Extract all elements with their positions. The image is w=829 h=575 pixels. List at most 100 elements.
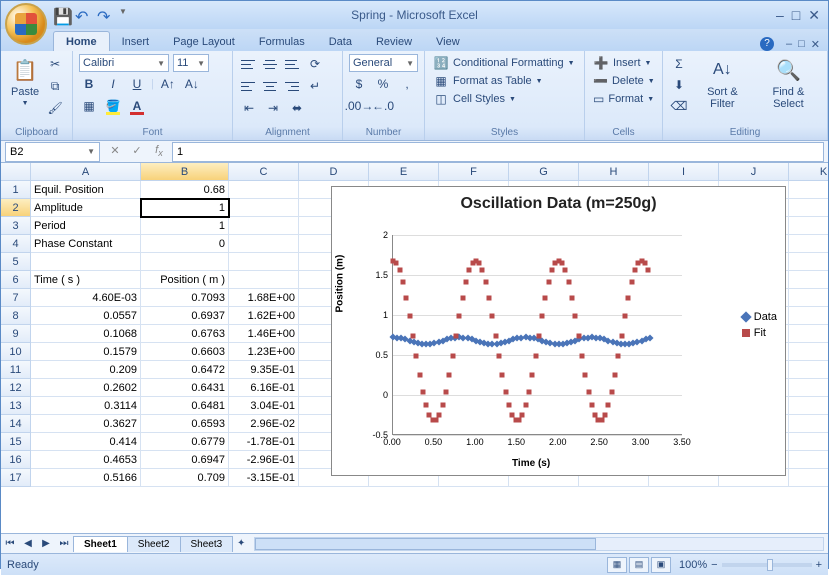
format-cells-button[interactable]: ▭Format ▼: [591, 90, 656, 108]
delete-cells-button[interactable]: ➖Delete ▼: [591, 72, 656, 90]
column-header-K[interactable]: K: [789, 163, 828, 181]
cell-K11[interactable]: [789, 361, 828, 379]
cell-A5[interactable]: [31, 253, 141, 271]
qat-dropdown-icon[interactable]: ▼: [119, 7, 135, 23]
wrap-text-button[interactable]: ↵: [305, 76, 325, 96]
cell-K14[interactable]: [789, 415, 828, 433]
cell-A14[interactable]: 0.3627: [31, 415, 141, 433]
align-center[interactable]: [261, 78, 279, 94]
zoom-slider[interactable]: [722, 563, 812, 567]
column-header-C[interactable]: C: [229, 163, 299, 181]
cell-styles-button[interactable]: ◫Cell Styles ▼: [431, 90, 578, 108]
cell-C15[interactable]: -1.78E-01: [229, 433, 299, 451]
row-header-7[interactable]: 7: [1, 289, 31, 307]
sheet-nav-prev[interactable]: ◀: [19, 538, 37, 549]
column-header-G[interactable]: G: [509, 163, 579, 181]
increase-decimal[interactable]: .00→: [349, 96, 369, 116]
column-header-E[interactable]: E: [369, 163, 439, 181]
maximize-button[interactable]: □: [792, 7, 800, 24]
cell-A12[interactable]: 0.2602: [31, 379, 141, 397]
cell-C17[interactable]: -3.15E-01: [229, 469, 299, 487]
cell-K6[interactable]: [789, 271, 828, 289]
cell-A13[interactable]: 0.3114: [31, 397, 141, 415]
row-header-8[interactable]: 8: [1, 307, 31, 325]
fill-color-button[interactable]: 🪣: [103, 96, 123, 116]
cell-A17[interactable]: 0.5166: [31, 469, 141, 487]
row-header-5[interactable]: 5: [1, 253, 31, 271]
cell-B10[interactable]: 0.6603: [141, 343, 229, 361]
cell-B6[interactable]: Position ( m ): [141, 271, 229, 289]
cell-A4[interactable]: Phase Constant: [31, 235, 141, 253]
cell-C7[interactable]: 1.68E+00: [229, 289, 299, 307]
column-header-H[interactable]: H: [579, 163, 649, 181]
number-format-combo[interactable]: General▼: [349, 54, 418, 72]
cell-C12[interactable]: 6.16E-01: [229, 379, 299, 397]
cell-B1[interactable]: 0.68: [141, 181, 229, 199]
cell-C14[interactable]: 2.96E-02: [229, 415, 299, 433]
cancel-formula-icon[interactable]: ✕: [106, 144, 124, 158]
cell-K5[interactable]: [789, 253, 828, 271]
worksheet-grid[interactable]: ABCDEFGHIJK1Equil. Position0.682Amplitud…: [1, 163, 828, 533]
mdi-close[interactable]: ✕: [811, 38, 820, 51]
cell-A3[interactable]: Period: [31, 217, 141, 235]
cell-K4[interactable]: [789, 235, 828, 253]
name-box[interactable]: B2▼: [5, 142, 100, 162]
format-painter-button[interactable]: 🖌: [45, 98, 65, 118]
cell-C10[interactable]: 1.23E+00: [229, 343, 299, 361]
mdi-restore[interactable]: □: [798, 38, 805, 50]
sort-filter-button[interactable]: A↓Sort & Filter: [693, 54, 752, 116]
align-middle[interactable]: [261, 56, 279, 72]
sheet-nav-last[interactable]: ⏭: [55, 538, 73, 549]
column-header-A[interactable]: A: [31, 163, 141, 181]
row-header-12[interactable]: 12: [1, 379, 31, 397]
cell-C6[interactable]: [229, 271, 299, 289]
copy-button[interactable]: ⧉: [45, 76, 65, 96]
row-header-6[interactable]: 6: [1, 271, 31, 289]
sheet-nav-next[interactable]: ▶: [37, 538, 55, 549]
merge-center-button[interactable]: ⬌: [287, 98, 307, 118]
font-color-button[interactable]: A: [127, 96, 147, 116]
format-as-table-button[interactable]: ▦Format as Table ▼: [431, 72, 578, 90]
autosum-button[interactable]: Σ: [669, 54, 689, 74]
cell-A15[interactable]: 0.414: [31, 433, 141, 451]
view-page-break[interactable]: ▣: [651, 557, 671, 573]
cell-B15[interactable]: 0.6779: [141, 433, 229, 451]
cell-C2[interactable]: [229, 199, 299, 217]
cell-B5[interactable]: [141, 253, 229, 271]
row-header-4[interactable]: 4: [1, 235, 31, 253]
row-header-9[interactable]: 9: [1, 325, 31, 343]
new-sheet-button[interactable]: ✦: [232, 538, 250, 549]
select-all-corner[interactable]: [1, 163, 31, 181]
cell-B8[interactable]: 0.6937: [141, 307, 229, 325]
row-header-13[interactable]: 13: [1, 397, 31, 415]
tab-page-layout[interactable]: Page Layout: [161, 32, 247, 51]
close-button[interactable]: ✕: [808, 7, 820, 24]
tab-home[interactable]: Home: [53, 31, 110, 51]
font-size-combo[interactable]: 11▼: [173, 54, 209, 72]
cut-button[interactable]: ✂: [45, 54, 65, 74]
tab-view[interactable]: View: [424, 32, 472, 51]
cell-B11[interactable]: 0.6472: [141, 361, 229, 379]
cell-K2[interactable]: [789, 199, 828, 217]
cell-B7[interactable]: 0.7093: [141, 289, 229, 307]
column-header-D[interactable]: D: [299, 163, 369, 181]
tab-insert[interactable]: Insert: [110, 32, 162, 51]
cell-K7[interactable]: [789, 289, 828, 307]
tab-data[interactable]: Data: [317, 32, 364, 51]
row-header-16[interactable]: 16: [1, 451, 31, 469]
decrease-decimal[interactable]: ←.0: [373, 96, 393, 116]
italic-button[interactable]: I: [103, 74, 123, 94]
cell-K16[interactable]: [789, 451, 828, 469]
fill-button[interactable]: ⬇: [669, 75, 689, 95]
cell-A9[interactable]: 0.1068: [31, 325, 141, 343]
cell-B16[interactable]: 0.6947: [141, 451, 229, 469]
cell-B3[interactable]: 1: [141, 217, 229, 235]
paste-button[interactable]: 📋 Paste ▼: [7, 54, 43, 118]
formula-bar[interactable]: 1: [172, 142, 824, 162]
align-right[interactable]: [283, 78, 301, 94]
fx-icon[interactable]: fx: [150, 144, 168, 158]
cell-B4[interactable]: 0: [141, 235, 229, 253]
bold-button[interactable]: B: [79, 74, 99, 94]
enter-formula-icon[interactable]: ✓: [128, 144, 146, 158]
font-name-combo[interactable]: Calibri▼: [79, 54, 169, 72]
